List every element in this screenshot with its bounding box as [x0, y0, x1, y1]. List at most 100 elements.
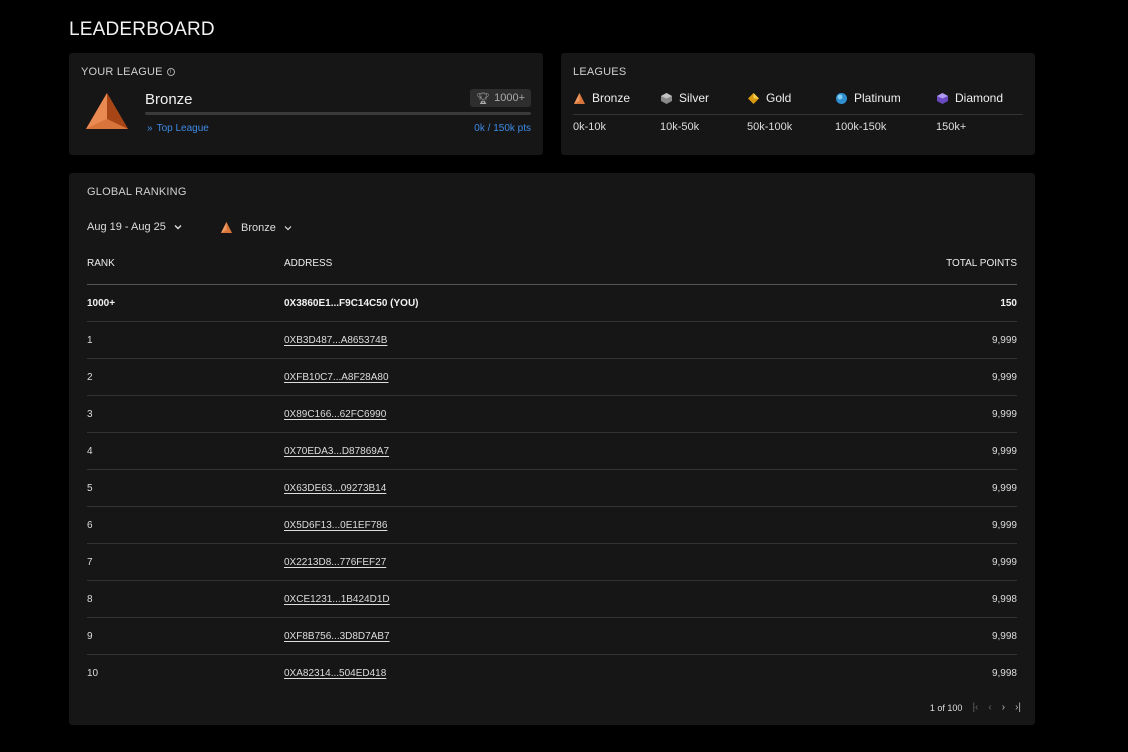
league-name: Platinum — [854, 91, 901, 105]
address-link[interactable]: 0XA82314...504ED418 — [284, 668, 386, 679]
league-points-text: 0k / 150k pts — [474, 123, 531, 134]
global-ranking-card: GLOBAL RANKING Aug 19 - Aug 25 Bronze RA… — [69, 173, 1035, 725]
league-range-platinum: 100k-150k — [835, 121, 887, 133]
trophy-icon: 🏆︎ — [476, 92, 491, 105]
table-row: 2 0XFB10C7...A8F28A80 9,999 — [87, 358, 1017, 395]
league-range-gold: 50k-100k — [747, 121, 793, 133]
rank-cell: 5 — [87, 483, 93, 494]
rank-cell: 3 — [87, 409, 93, 420]
column-header-rank: RANK — [87, 258, 115, 269]
your-league-label: YOUR LEAGUE — [81, 66, 163, 78]
league-item-gold: Gold — [747, 91, 791, 105]
points-cell: 9,999 — [991, 335, 1017, 346]
league-filter-dropdown[interactable]: Bronze — [220, 221, 292, 234]
rank-cell: 7 — [87, 557, 93, 568]
address-link[interactable]: 0XB3D487...A865374B — [284, 335, 387, 346]
address-link[interactable]: 0XF8B756...3D8D7AB7 — [284, 631, 390, 642]
address-link[interactable]: 0X70EDA3...D87869A7 — [284, 446, 389, 457]
league-filter-value: Bronze — [241, 221, 276, 234]
league-range-bronze: 0k-10k — [573, 121, 607, 133]
rank-cell: 9 — [87, 631, 93, 642]
address-link[interactable]: 0X89C166...62FC6990 — [284, 409, 386, 420]
gold-icon — [748, 92, 759, 104]
leagues-divider — [573, 114, 1023, 115]
league-name: Gold — [766, 91, 792, 105]
address-cell: 0X3860E1...F9C14C50 (YOU) — [284, 298, 419, 309]
league-progress-bar — [145, 112, 531, 115]
double-chevron-right-icon: » — [147, 123, 153, 134]
rank-cell: 2 — [87, 372, 93, 383]
league-name: Diamond — [955, 91, 1004, 105]
current-league-name: Bronze — [145, 91, 193, 108]
date-range-value: Aug 19 - Aug 25 — [87, 221, 166, 233]
points-cell: 9,998 — [991, 631, 1017, 642]
table-row: 6 0X5D6F13...0E1EF786 9,999 — [87, 506, 1017, 543]
table-row: 10 0XA82314...504ED418 9,998 — [87, 654, 1017, 691]
chevron-down-icon — [174, 225, 182, 230]
rank-cell: 10 — [87, 668, 99, 679]
column-header-total-points: TOTAL POINTS — [946, 258, 1017, 269]
league-item-platinum: Platinum — [835, 91, 901, 105]
platinum-icon — [836, 92, 847, 104]
info-icon[interactable]: i — [166, 68, 175, 76]
your-league-header: YOUR LEAGUE i — [81, 66, 175, 78]
table-row: 5 0X63DE63...09273B14 9,999 — [87, 469, 1017, 506]
diamond-icon — [937, 92, 948, 104]
page-indicator: 1 of 100 — [929, 702, 963, 713]
rank-cell: 8 — [87, 594, 93, 605]
points-cell: 9,999 — [991, 446, 1017, 457]
top-league-link[interactable]: » Top League — [147, 123, 209, 134]
last-page-icon[interactable]: ›| — [1015, 702, 1021, 713]
table-row: 3 0X89C166...62FC6990 9,999 — [87, 395, 1017, 432]
rank-cell: 1000+ — [87, 298, 116, 309]
points-cell: 9,999 — [991, 520, 1017, 531]
league-range-diamond: 150k+ — [936, 121, 967, 133]
bronze-league-emblem-icon — [86, 93, 128, 129]
date-range-dropdown[interactable]: Aug 19 - Aug 25 — [87, 221, 182, 233]
league-range-silver: 10k-50k — [660, 121, 700, 133]
global-ranking-label: GLOBAL RANKING — [87, 186, 187, 198]
rank-badge: 🏆︎ 1000+ — [470, 89, 531, 107]
points-cell: 9,998 — [991, 594, 1017, 605]
points-cell: 9,999 — [991, 483, 1017, 494]
leagues-list: Bronze Silver Gold Platinum Diamond — [573, 91, 1023, 109]
page-title: LEADERBOARD — [69, 19, 215, 40]
leagues-label: LEAGUES — [573, 66, 627, 78]
rank-cell: 1 — [87, 335, 93, 346]
table-row: 9 0XF8B756...3D8D7AB7 9,998 — [87, 617, 1017, 654]
pagination: 1 of 100 |‹ ‹ › ›| — [930, 702, 1021, 713]
rank-badge-value: 1000+ — [494, 92, 525, 104]
league-item-silver: Silver — [660, 91, 709, 105]
first-page-icon[interactable]: |‹ — [972, 702, 978, 713]
address-link[interactable]: 0X2213D8...776FEF27 — [284, 557, 386, 568]
silver-icon — [661, 92, 672, 104]
table-row: 4 0X70EDA3...D87869A7 9,999 — [87, 432, 1017, 469]
table-row: 1 0XB3D487...A865374B 9,999 — [87, 321, 1017, 358]
league-item-bronze: Bronze — [573, 91, 630, 105]
table-row: 8 0XCE1231...1B424D1D 9,998 — [87, 580, 1017, 617]
address-link[interactable]: 0XFB10C7...A8F28A80 — [284, 372, 389, 383]
address-link[interactable]: 0XCE1231...1B424D1D — [284, 594, 390, 605]
chevron-down-icon — [284, 225, 292, 230]
previous-page-icon[interactable]: ‹ — [988, 702, 991, 713]
points-cell: 9,999 — [991, 557, 1017, 568]
points-cell: 9,999 — [991, 372, 1017, 383]
league-item-diamond: Diamond — [936, 91, 1003, 105]
bronze-icon — [221, 222, 232, 233]
your-league-card: YOUR LEAGUE i Bronze 🏆︎ 1000+ » Top Leag… — [69, 53, 543, 155]
league-name: Bronze — [592, 91, 631, 105]
top-league-label: Top League — [156, 123, 209, 134]
column-header-address: ADDRESS — [284, 258, 333, 269]
address-link[interactable]: 0X5D6F13...0E1EF786 — [284, 520, 387, 531]
points-cell: 150 — [1000, 298, 1017, 309]
points-cell: 9,999 — [991, 409, 1017, 420]
bronze-icon — [574, 92, 585, 104]
table-row: 7 0X2213D8...776FEF27 9,999 — [87, 543, 1017, 580]
table-row-you: 1000+ 0X3860E1...F9C14C50 (YOU) 150 — [87, 284, 1017, 321]
address-link[interactable]: 0X63DE63...09273B14 — [284, 483, 386, 494]
rank-cell: 6 — [87, 520, 93, 531]
points-cell: 9,998 — [991, 668, 1017, 679]
next-page-icon[interactable]: › — [1002, 702, 1005, 713]
league-name: Silver — [679, 91, 710, 105]
leagues-card: LEAGUES Bronze Silver Gold Platinum Diam… — [561, 53, 1035, 155]
